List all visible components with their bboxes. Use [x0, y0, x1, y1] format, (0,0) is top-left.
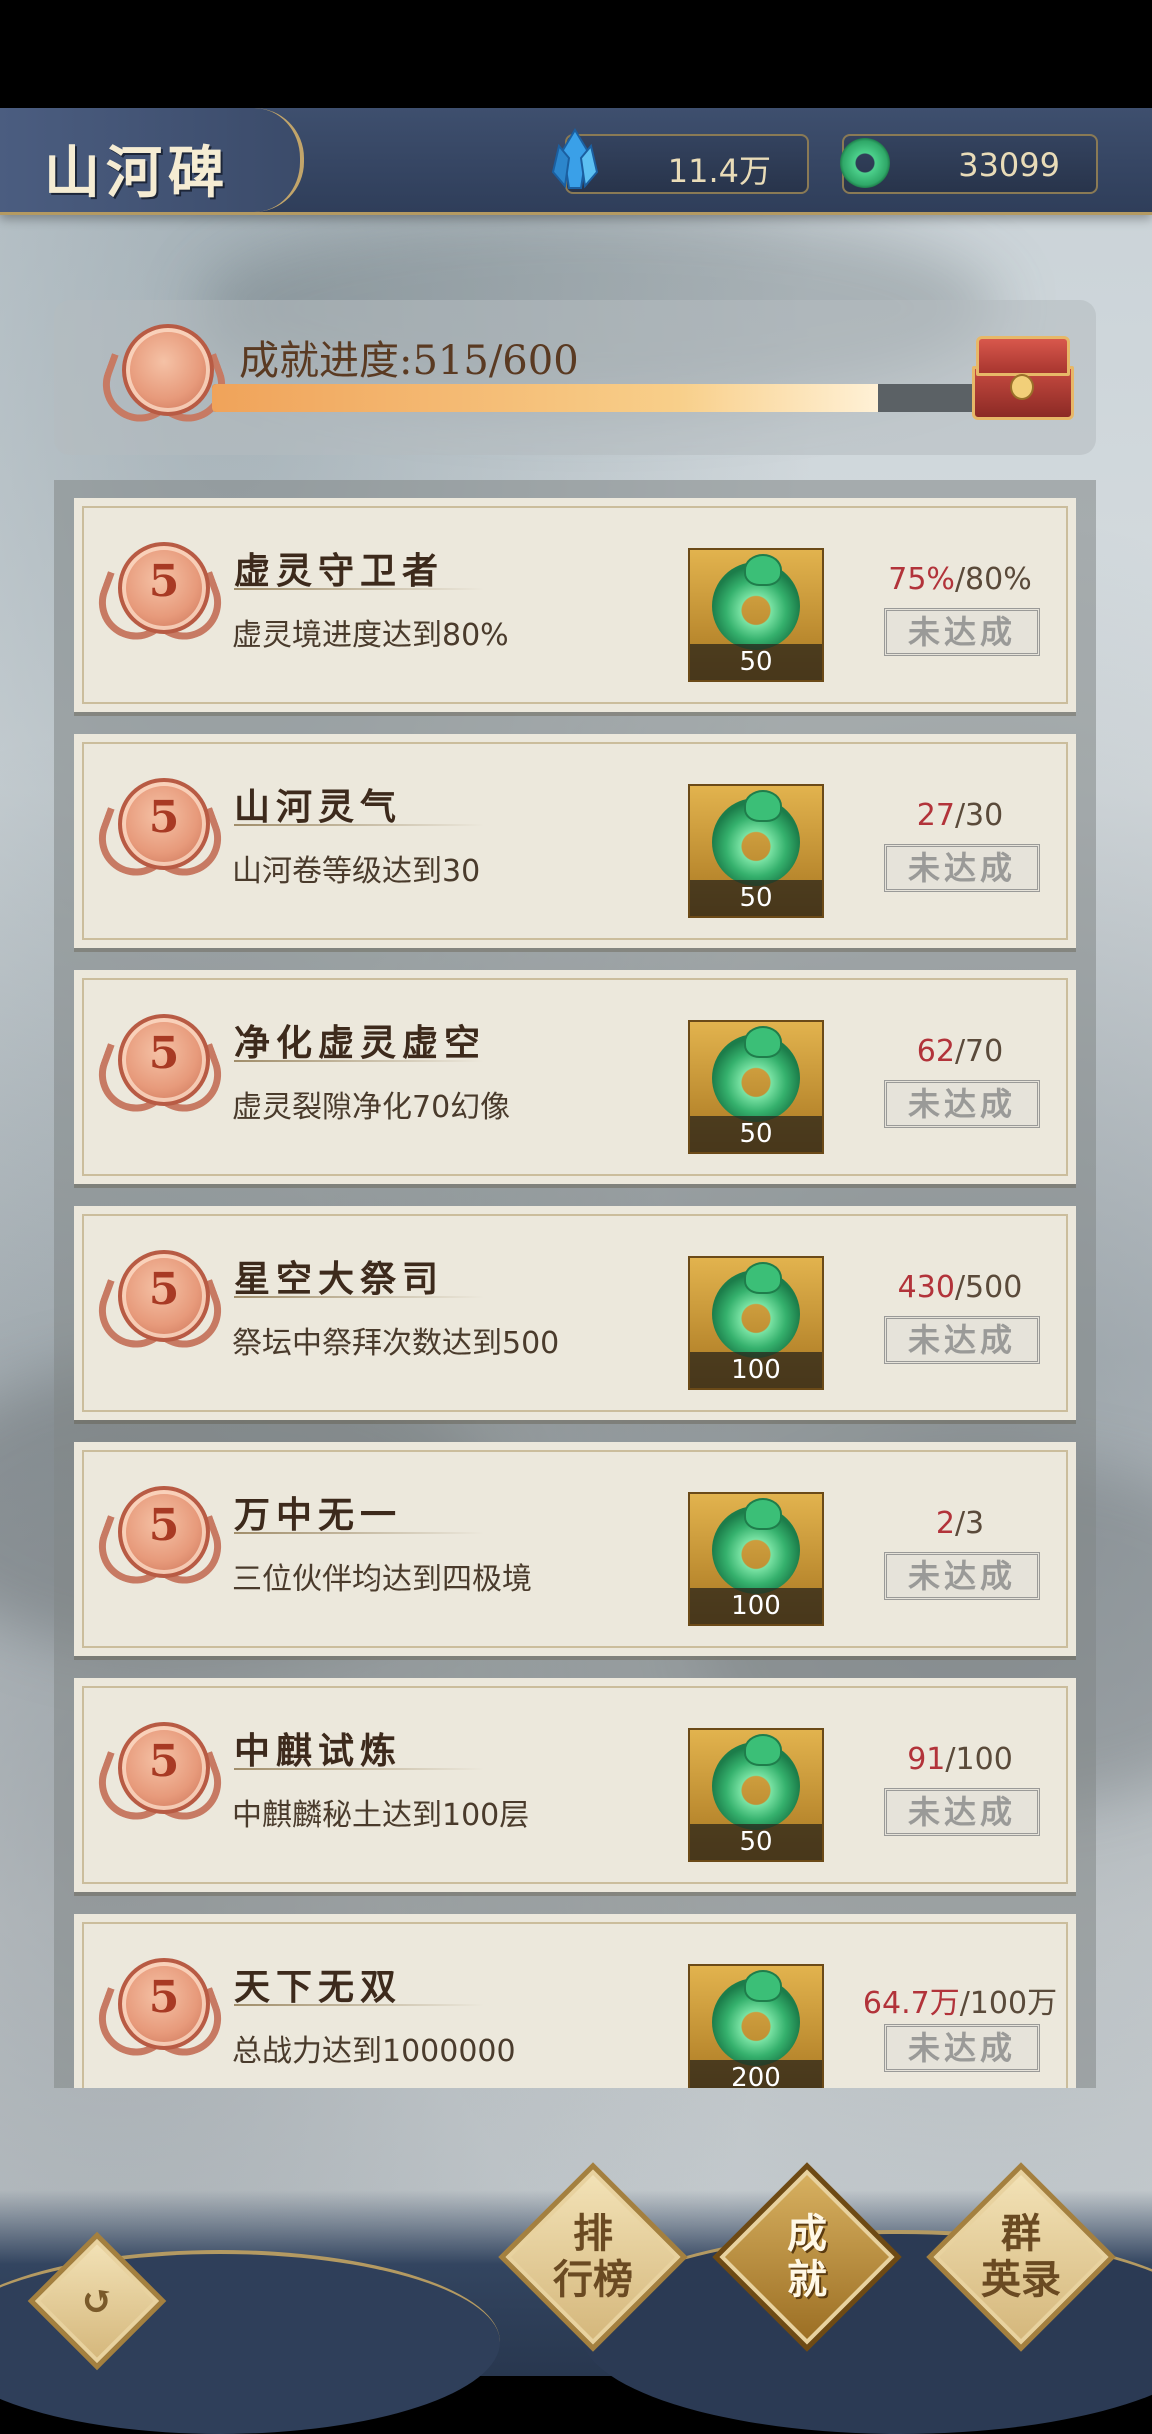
- achievement-name: 中麒试炼: [234, 1730, 403, 1772]
- achievement-progress: 2/3: [935, 1506, 985, 1541]
- jade-amount: 33099: [958, 146, 1060, 184]
- gem-amount: 11.4万: [667, 152, 771, 190]
- level-medal-icon: 5: [88, 1722, 232, 1842]
- reward-quantity: 200: [690, 2060, 822, 2088]
- reward-slot[interactable]: 50: [688, 784, 824, 918]
- achievement-name: 星空大祭司: [234, 1258, 445, 1300]
- reward-quantity: 100: [690, 1588, 822, 1624]
- achievement-card: 5 中麒试炼 中麒麟秘土达到100层 50 91/100 未达成: [74, 1678, 1076, 1892]
- progress-bar: [212, 384, 988, 412]
- level-number: 5: [148, 1736, 180, 1787]
- achievement-desc: 祭坛中祭拜次数达到500: [232, 1326, 560, 1361]
- level-number: 5: [148, 1028, 180, 1079]
- achievement-desc: 山河卷等级达到30: [232, 854, 481, 889]
- reward-slot[interactable]: 50: [688, 1728, 824, 1862]
- level-medal-icon: 5: [88, 1250, 232, 1370]
- achievement-desc: 三位伙伴均达到四极境: [232, 1562, 532, 1597]
- level-number: 5: [148, 1972, 180, 2023]
- status-badge: 未达成: [884, 608, 1040, 656]
- achievement-card: 5 虚灵守卫者 虚灵境进度达到80% 50 75%/80% 未达成: [74, 498, 1076, 712]
- reward-slot[interactable]: 100: [688, 1256, 824, 1390]
- achievement-progress: 62/70: [916, 1034, 1004, 1069]
- level-number: 5: [148, 1500, 180, 1551]
- back-swirl-icon: ↺: [80, 2277, 114, 2324]
- achievement-desc: 虚灵裂隙净化70幻像: [232, 1090, 511, 1125]
- tab-heroes-label-2: 英录: [981, 2256, 1061, 2303]
- achievement-progress: 430/500: [897, 1270, 1023, 1305]
- top-bar: 山河碑 11.4万 33099: [0, 108, 1152, 215]
- reward-slot[interactable]: 50: [688, 548, 824, 682]
- treasure-chest-icon[interactable]: [972, 336, 1074, 420]
- achievement-name: 虚灵守卫者: [234, 550, 445, 592]
- progress-label: 成就进度:515/600: [239, 338, 579, 384]
- level-number: 5: [148, 1264, 180, 1315]
- status-badge: 未达成: [884, 1316, 1040, 1364]
- level-medal-icon: 5: [88, 1014, 232, 1134]
- level-medal-icon: 5: [88, 1958, 232, 2078]
- achievement-progress: 27/30: [916, 798, 1004, 833]
- tab-achievements-label-2: 就: [787, 2256, 827, 2303]
- level-number: 5: [148, 556, 180, 607]
- achievement-name: 天下无双: [234, 1966, 403, 2008]
- achievement-list[interactable]: 5 虚灵守卫者 虚灵境进度达到80% 50 75%/80% 未达成 5 山河灵气…: [54, 480, 1096, 2088]
- jade-currency[interactable]: 33099: [840, 134, 1098, 194]
- achievement-progress: 91/100: [907, 1742, 1013, 1777]
- level-medal-icon: 5: [88, 542, 232, 662]
- reward-slot[interactable]: 200: [688, 1964, 824, 2088]
- level-number: 5: [148, 792, 180, 843]
- title-plate: 山河碑: [0, 108, 304, 212]
- tab-achievements-label-1: 成: [787, 2210, 827, 2257]
- achievement-desc: 总战力达到1000000: [232, 2034, 516, 2069]
- status-badge: 未达成: [884, 1552, 1040, 1600]
- medal-icon: [92, 324, 236, 444]
- achievement-card: 5 山河灵气 山河卷等级达到30 50 27/30 未达成: [74, 734, 1076, 948]
- achievement-card: 5 天下无双 总战力达到1000000 200 64.7万/100万 未达成: [74, 1914, 1076, 2088]
- page-title: 山河碑: [44, 140, 230, 206]
- status-badge: 未达成: [884, 2024, 1040, 2072]
- achievement-progress-panel: 成就进度:515/600: [54, 300, 1096, 455]
- reward-quantity: 50: [690, 880, 822, 916]
- achievement-name: 山河灵气: [234, 786, 403, 828]
- reward-quantity: 50: [690, 1116, 822, 1152]
- status-badge: 未达成: [884, 1788, 1040, 1836]
- tab-ranking-label-1: 排: [573, 2210, 613, 2257]
- reward-slot[interactable]: 100: [688, 1492, 824, 1626]
- tab-heroes-label-1: 群: [1001, 2210, 1041, 2257]
- achievement-desc: 中麒麟秘土达到100层: [232, 1798, 530, 1833]
- achievement-progress: 64.7万/100万: [862, 1986, 1058, 2021]
- status-badge: 未达成: [884, 844, 1040, 892]
- achievement-card: 5 净化虚灵虚空 虚灵裂隙净化70幻像 50 62/70 未达成: [74, 970, 1076, 1184]
- reward-quantity: 100: [690, 1352, 822, 1388]
- achievement-card: 5 星空大祭司 祭坛中祭拜次数达到500 100 430/500 未达成: [74, 1206, 1076, 1420]
- reward-quantity: 50: [690, 1824, 822, 1860]
- level-medal-icon: 5: [88, 1486, 232, 1606]
- achievement-desc: 虚灵境进度达到80%: [232, 618, 509, 653]
- achievement-name: 万中无一: [234, 1494, 403, 1536]
- tab-ranking-label-2: 行榜: [553, 2256, 633, 2303]
- reward-slot[interactable]: 50: [688, 1020, 824, 1154]
- jade-coin-icon: [840, 138, 890, 188]
- achievement-card: 5 万中无一 三位伙伴均达到四极境 100 2/3 未达成: [74, 1442, 1076, 1656]
- progress-bar-fill: [212, 384, 879, 412]
- achievement-name: 净化虚灵虚空: [234, 1022, 487, 1064]
- reward-quantity: 50: [690, 644, 822, 680]
- level-medal-icon: 5: [88, 778, 232, 898]
- gem-currency[interactable]: 11.4万: [551, 128, 809, 194]
- crystal-gem-icon: [551, 128, 599, 189]
- status-badge: 未达成: [884, 1080, 1040, 1128]
- achievement-progress: 75%/80%: [888, 562, 1032, 597]
